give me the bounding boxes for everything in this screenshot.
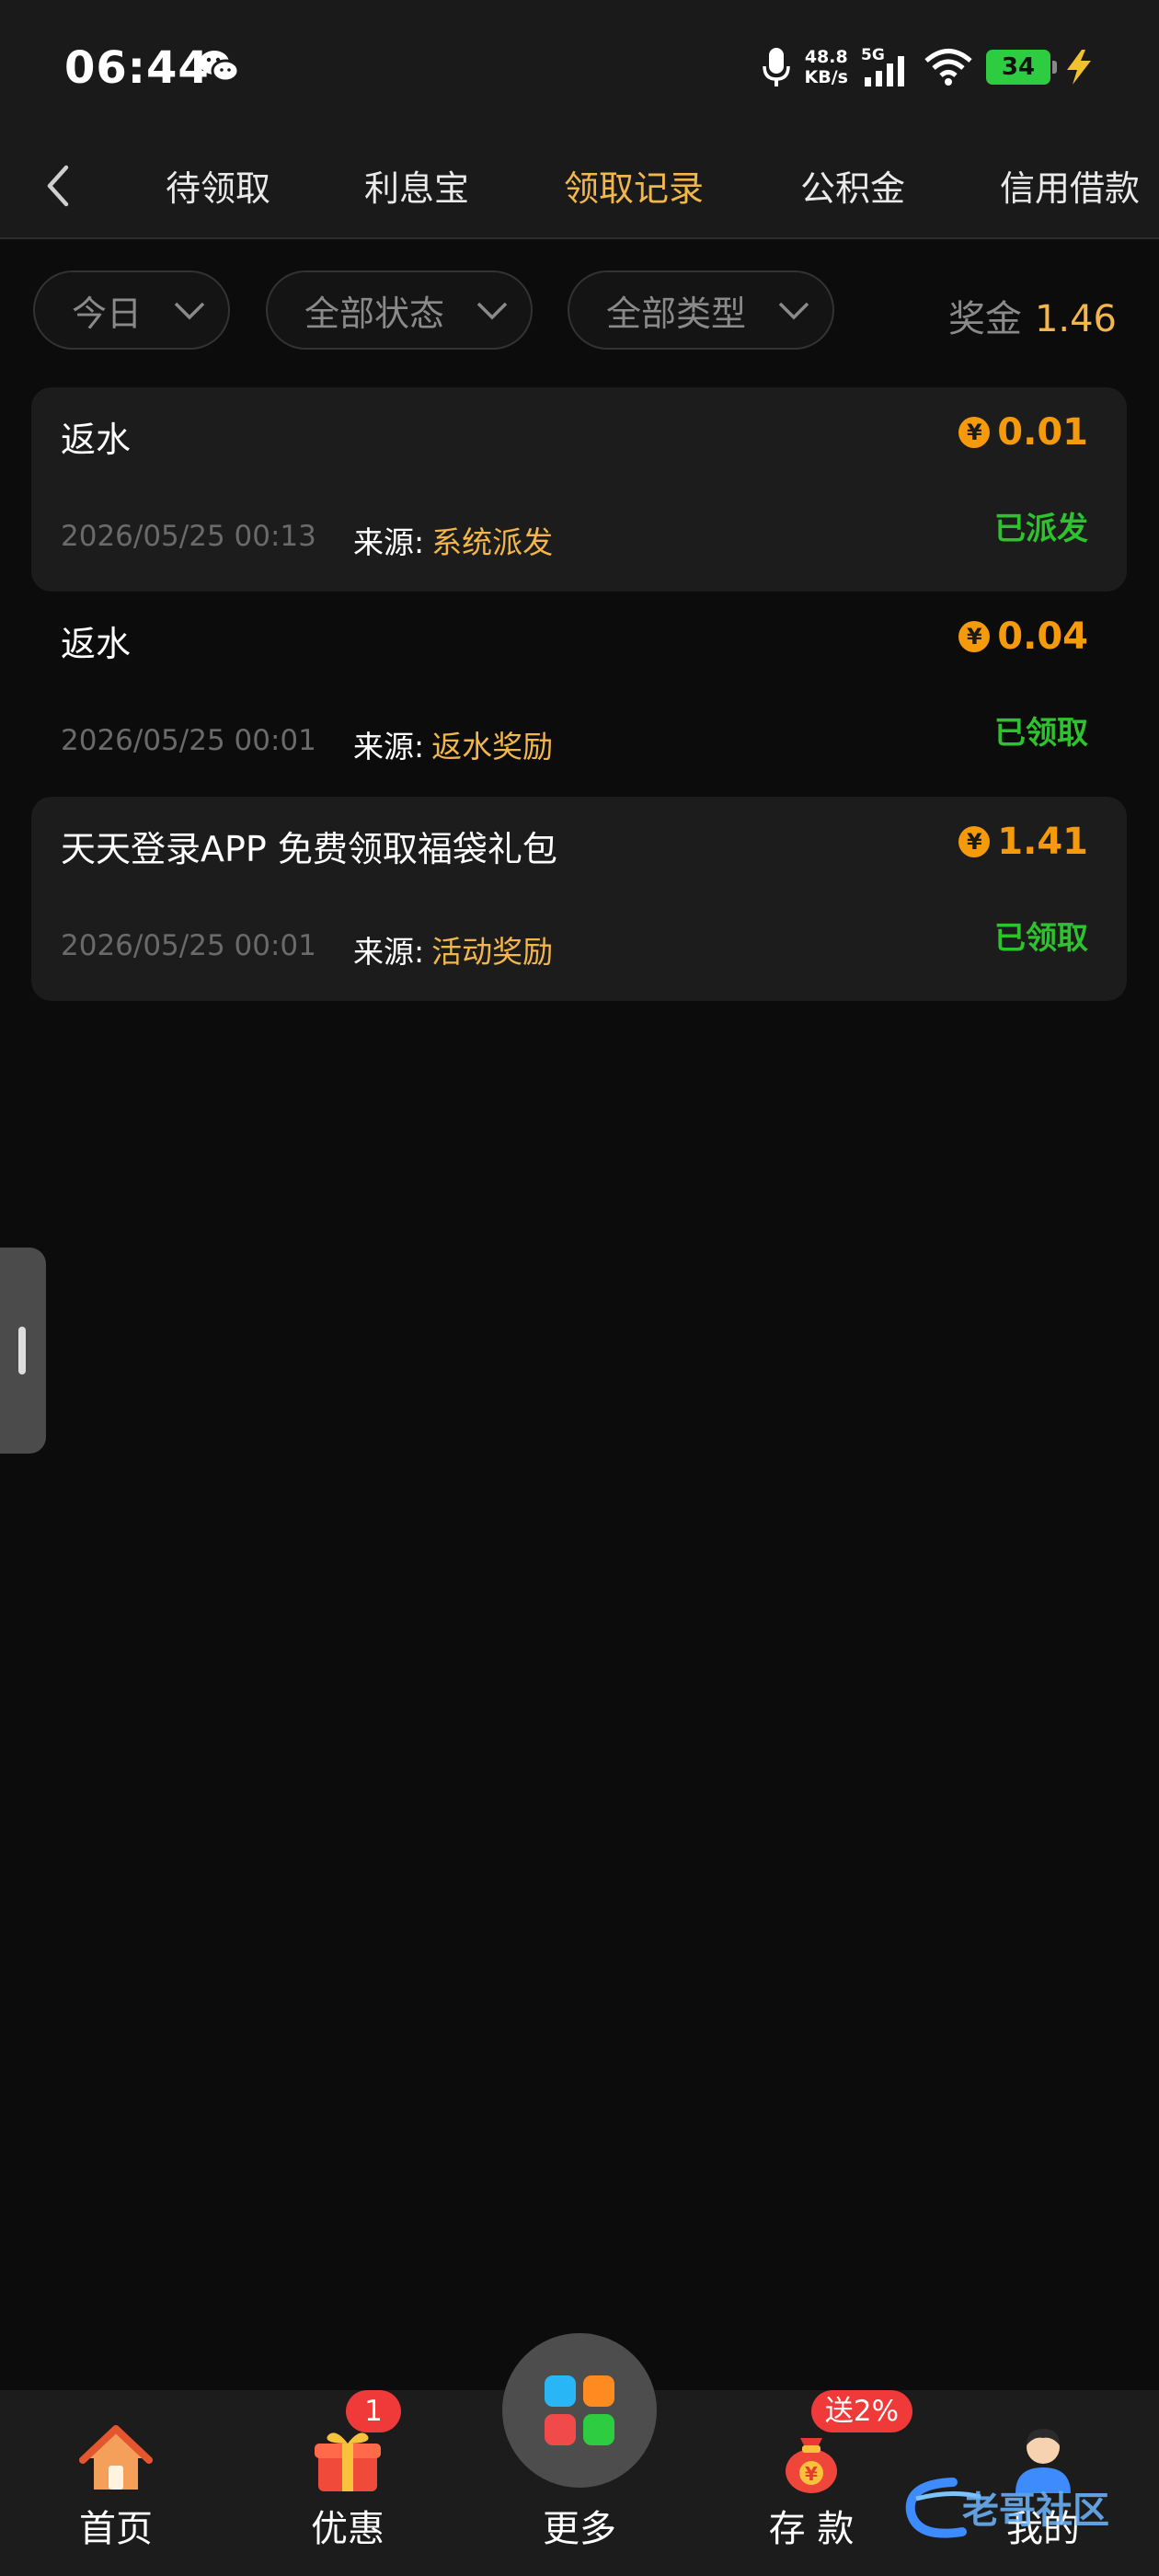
svg-text:¥: ¥: [805, 2463, 818, 2485]
amount-value: 0.04: [997, 615, 1088, 658]
net-speed: 48.8 KB/s: [805, 47, 848, 87]
record-item[interactable]: 返水 ¥ 0.01 2026/05/25 00:13 来源: 系统派发 已派发: [31, 387, 1127, 592]
record-source: 来源: 系统派发: [353, 518, 553, 562]
record-amount: ¥ 0.01: [958, 411, 1088, 454]
source-label: 来源:: [353, 934, 425, 970]
record-title: 返水: [61, 624, 132, 664]
amount-value: 0.01: [997, 411, 1088, 454]
tab-provident-fund[interactable]: 公积金: [800, 160, 905, 211]
record-source: 来源: 活动奖励: [353, 927, 553, 972]
type-filter[interactable]: 全部类型: [568, 270, 834, 350]
coin-icon: ¥: [958, 621, 991, 652]
home-icon: [79, 2425, 153, 2490]
notification-badge: 1: [346, 2390, 401, 2432]
microphone-icon: [762, 48, 790, 86]
record-date: 2026/05/25 00:01: [61, 929, 316, 962]
record-status: 已派发: [994, 511, 1088, 547]
back-arrow-icon[interactable]: [39, 158, 75, 213]
bottom-tab-label: 存 款: [768, 2508, 855, 2550]
tab-claim-records[interactable]: 领取记录: [564, 160, 704, 211]
record-item[interactable]: 天天登录APP 免费领取福袋礼包 ¥ 1.41 2026/05/25 00:01…: [31, 797, 1127, 1001]
clock: 06:44: [64, 42, 210, 94]
bonus-total: 奖金 1.46: [948, 289, 1117, 342]
date-filter-label: 今日: [72, 293, 143, 334]
record-date: 2026/05/25 00:13: [61, 520, 316, 553]
source-label: 来源:: [353, 729, 425, 765]
record-title: 返水: [61, 420, 132, 460]
wifi-icon: [924, 49, 972, 86]
source-value: 系统派发: [431, 524, 554, 560]
bottom-tab-promotions[interactable]: 1 优惠: [265, 2390, 430, 2576]
gift-icon: [315, 2432, 381, 2491]
more-apps-button[interactable]: [502, 2333, 657, 2488]
bonus-label: 奖金: [947, 298, 1022, 340]
tab-pending[interactable]: 待领取: [166, 160, 270, 211]
status-bar: 06:44 48.8 KB/s 5G 34: [0, 0, 1159, 138]
tab-interest[interactable]: 利息宝: [364, 160, 469, 211]
watermark-logo: 老哥社区: [898, 2471, 1146, 2545]
handle-grip: [18, 1327, 26, 1374]
signal-indicator: 5G: [861, 46, 911, 88]
source-label: 来源:: [353, 524, 425, 560]
battery-indicator: 34: [986, 50, 1057, 85]
watermark-text: 老哥社区: [962, 2490, 1109, 2532]
record-amount: ¥ 0.04: [958, 615, 1088, 658]
record-source: 来源: 返水奖励: [353, 722, 553, 766]
tab-credit-loan[interactable]: 信用借款: [1000, 160, 1140, 211]
coin-icon: ¥: [958, 826, 991, 857]
bottom-tab-label: 优惠: [311, 2508, 384, 2550]
status-filter-label: 全部状态: [304, 293, 445, 334]
bottom-tab-home[interactable]: 首页: [33, 2390, 199, 2576]
apps-grid-icon: [545, 2375, 614, 2445]
bottom-tab-label: 更多: [543, 2508, 616, 2550]
bottom-tab-label: 首页: [79, 2508, 153, 2550]
chevron-down-icon: [778, 302, 809, 320]
top-nav: 待领取 利息宝 领取记录 公积金 信用借款: [0, 138, 1159, 239]
signal-bars-icon: [865, 56, 904, 86]
wechat-icon: [200, 51, 240, 83]
net-speed-unit: KB/s: [804, 67, 848, 87]
record-date: 2026/05/25 00:01: [61, 724, 316, 757]
source-value: 活动奖励: [431, 934, 554, 970]
watermark-graphic: 老哥社区: [905, 2478, 1109, 2538]
status-icons: 48.8 KB/s 5G 34: [761, 44, 1095, 90]
coin-icon: ¥: [958, 417, 991, 448]
status-filter[interactable]: 全部状态: [266, 270, 533, 350]
side-drawer-handle[interactable]: [0, 1248, 46, 1454]
charging-bolt-icon: [1067, 50, 1091, 85]
bonus-value: 1.46: [1034, 298, 1117, 340]
source-value: 返水奖励: [431, 729, 554, 765]
date-filter[interactable]: 今日: [33, 270, 230, 350]
type-filter-label: 全部类型: [606, 293, 747, 334]
chevron-down-icon: [174, 302, 205, 320]
amount-value: 1.41: [997, 821, 1088, 863]
bottom-tab-deposit[interactable]: ¥ 送2% 存 款: [729, 2390, 912, 2576]
chevron-down-icon: [476, 302, 508, 320]
record-amount: ¥ 1.41: [958, 821, 1088, 863]
filter-bar: 今日 全部状态 全部类型 奖金 1.46: [0, 267, 1159, 359]
promo-badge: 送2%: [811, 2390, 912, 2432]
money-bag-icon: ¥: [786, 2438, 837, 2493]
record-status: 已领取: [994, 920, 1088, 957]
record-item[interactable]: 返水 ¥ 0.04 2026/05/25 00:01 来源: 返水奖励 已领取: [31, 592, 1127, 796]
battery-level: 34: [1001, 53, 1036, 81]
record-title: 天天登录APP 免费领取福袋礼包: [61, 829, 557, 869]
net-speed-value: 48.8: [804, 47, 848, 67]
record-status: 已领取: [994, 715, 1088, 752]
